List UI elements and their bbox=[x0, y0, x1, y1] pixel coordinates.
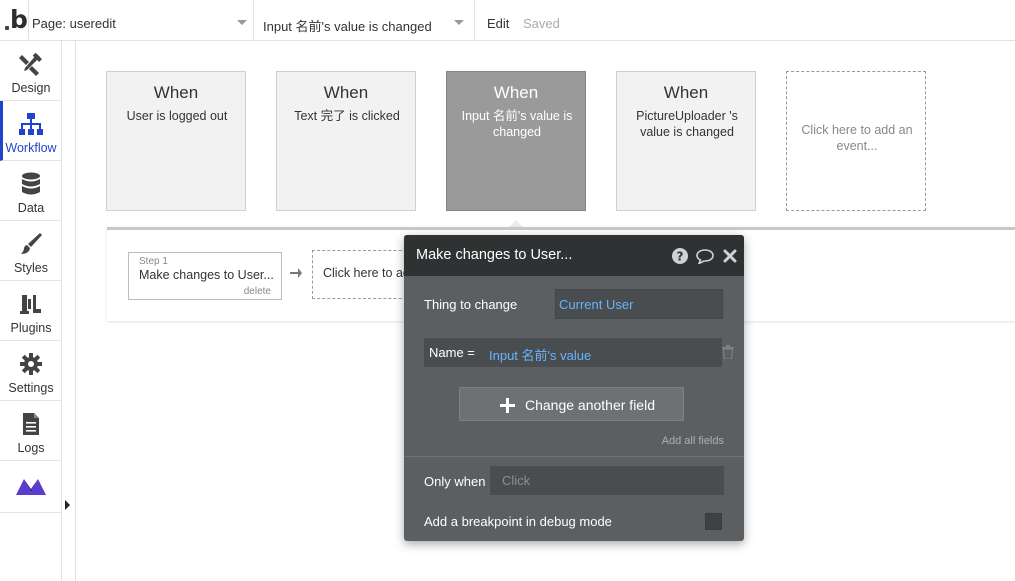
sidebar-item-label: Plugins bbox=[10, 321, 52, 335]
step-card[interactable]: Step 1 Make changes to User... delete bbox=[128, 252, 282, 300]
field-name-label: Name = bbox=[429, 345, 475, 360]
event-select-value: Input 名前's value is changed bbox=[263, 19, 432, 34]
sidebar-expand-arrow-icon[interactable] bbox=[65, 500, 70, 510]
only-when-field[interactable]: Click bbox=[490, 466, 724, 495]
only-when-placeholder: Click bbox=[502, 473, 531, 488]
event-desc: Text 完了 is clicked bbox=[294, 109, 400, 123]
breakpoint-checkbox[interactable] bbox=[705, 513, 722, 530]
gear-icon bbox=[20, 353, 42, 375]
event-select[interactable]: Input 名前's value is changed bbox=[253, 0, 474, 41]
workflow-icon bbox=[19, 113, 43, 135]
plug-icon bbox=[20, 295, 41, 314]
sidebar-item-label: Data bbox=[17, 201, 45, 215]
event-card-input-changed[interactable]: When Input 名前's value is changed bbox=[446, 71, 586, 211]
event-when: When bbox=[153, 83, 199, 102]
sidebar-item-data[interactable]: Data bbox=[0, 161, 61, 221]
event-card-user-logged-out[interactable]: When User is logged out bbox=[106, 71, 246, 211]
chevron-down-icon bbox=[237, 20, 247, 25]
mountains-logo-icon bbox=[16, 479, 46, 495]
plus-icon bbox=[500, 398, 515, 413]
database-icon bbox=[22, 172, 40, 195]
topbar-divider bbox=[474, 0, 475, 41]
only-when-label: Only when bbox=[424, 474, 486, 489]
popup-divider bbox=[404, 456, 744, 457]
document-icon bbox=[23, 413, 39, 435]
workarea-edge bbox=[75, 41, 76, 581]
change-another-field-button[interactable]: Change another field bbox=[459, 387, 684, 421]
field-value-expression[interactable]: Input 名前's value bbox=[489, 345, 591, 364]
sidebar-item-label: Styles bbox=[13, 261, 49, 275]
sidebar-item-styles[interactable]: Styles bbox=[0, 221, 61, 281]
field-change-row: Name = Input 名前's value bbox=[424, 338, 722, 367]
sidebar-item-label: Settings bbox=[8, 381, 54, 395]
event-when: When bbox=[493, 83, 539, 102]
logo-letter: b bbox=[10, 5, 28, 34]
step-number: Step 1 bbox=[139, 256, 168, 267]
add-event-card[interactable]: Click here to add an event... bbox=[786, 71, 926, 211]
close-icon[interactable] bbox=[723, 249, 737, 263]
top-bar: b Page: useredit Input 名前's value is cha… bbox=[0, 0, 1015, 41]
step-delete-link[interactable]: delete bbox=[244, 286, 271, 297]
step-name: Make changes to User... bbox=[139, 268, 274, 282]
chevron-down-icon bbox=[454, 20, 464, 25]
page-select[interactable]: Page: useredit bbox=[28, 0, 253, 41]
trash-icon[interactable] bbox=[722, 345, 734, 359]
sidebar-item-label: Workflow bbox=[5, 141, 57, 155]
sidebar-item-label: Logs bbox=[17, 441, 45, 455]
event-desc: PictureUploader 's value is changed bbox=[636, 109, 738, 139]
svg-text:?: ? bbox=[677, 250, 684, 264]
sidebar-item-logs[interactable]: Logs bbox=[0, 401, 61, 461]
thing-to-change-label: Thing to change bbox=[424, 297, 518, 312]
popup-title: Make changes to User... bbox=[416, 247, 573, 263]
sidebar-item-workflow[interactable]: Workflow bbox=[0, 101, 61, 161]
help-icon[interactable]: ? bbox=[672, 248, 688, 264]
change-another-field-label: Change another field bbox=[525, 397, 655, 413]
event-when: When bbox=[663, 83, 709, 102]
add-all-fields-link[interactable]: Add all fields bbox=[662, 435, 724, 447]
action-property-editor: Make changes to User... ? Thing to chang… bbox=[404, 235, 744, 541]
arrow-right-icon bbox=[290, 268, 302, 278]
event-desc: Input 名前's value is changed bbox=[461, 109, 573, 139]
bubble-logo[interactable]: b bbox=[0, 0, 30, 41]
popup-header: Make changes to User... ? bbox=[404, 235, 744, 276]
thing-to-change-value: Current User bbox=[559, 297, 634, 312]
sidebar-item-design[interactable]: Design bbox=[0, 41, 61, 101]
page-select-value: Page: useredit bbox=[32, 16, 116, 31]
add-event-text: Click here to add an event... bbox=[801, 123, 913, 153]
thing-to-change-field[interactable]: Current User bbox=[555, 289, 723, 319]
sidebar-item-label: Design bbox=[11, 81, 51, 95]
event-card-text-clicked[interactable]: When Text 完了 is clicked bbox=[276, 71, 416, 211]
edit-menu[interactable]: Edit bbox=[487, 16, 509, 31]
comment-icon[interactable] bbox=[696, 248, 714, 264]
design-tools-icon bbox=[19, 52, 42, 76]
sidebar-item-settings[interactable]: Settings bbox=[0, 341, 61, 401]
sidebar-item-brand[interactable] bbox=[0, 461, 61, 513]
breakpoint-label: Add a breakpoint in debug mode bbox=[424, 514, 612, 529]
event-card-pictureuploader-changed[interactable]: When PictureUploader 's value is changed bbox=[616, 71, 756, 211]
event-desc: User is logged out bbox=[126, 109, 228, 123]
sidebar-item-plugins[interactable]: Plugins bbox=[0, 281, 61, 341]
saved-status: Saved bbox=[523, 16, 560, 31]
sidebar: Design Workflow Data Styles Plugins Sett… bbox=[0, 41, 62, 581]
brush-icon bbox=[21, 233, 42, 254]
logo-dot bbox=[5, 26, 9, 30]
event-when: When bbox=[323, 83, 369, 102]
